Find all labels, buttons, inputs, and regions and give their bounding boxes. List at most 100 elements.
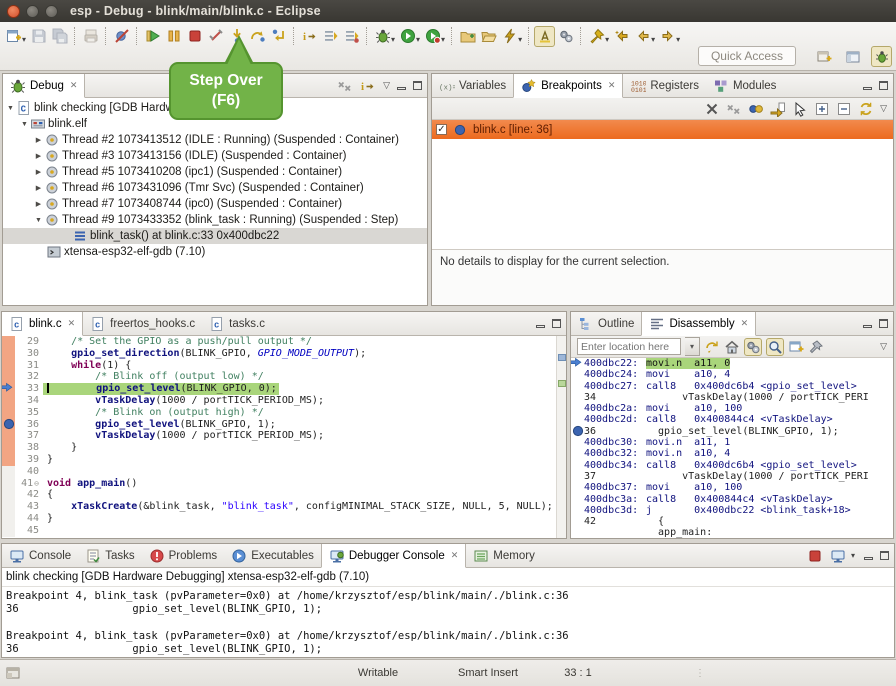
gutter[interactable] <box>2 466 15 478</box>
track-expression-icon[interactable] <box>766 338 784 356</box>
console-output[interactable]: Breakpoint 4, blink_task (pvParameter=0x… <box>2 587 894 658</box>
code-line[interactable]: 34 vTaskDelay(1000 / portTICK_PERIOD_MS)… <box>2 395 566 407</box>
run-button[interactable] <box>397 26 418 47</box>
code-line[interactable]: 29 /* Set the GPIO as a push/pull output… <box>2 336 566 348</box>
drop-to-frame-button[interactable] <box>341 26 362 47</box>
instruction-stepping-toggle-icon[interactable]: i <box>360 78 376 94</box>
disassembly-row[interactable]: 400dbc3a:call8 0x400844c4 <vTaskDelay> <box>571 494 893 505</box>
maximize-view-icon[interactable] <box>880 551 889 560</box>
remove-all-breakpoints-icon[interactable] <box>726 101 742 117</box>
overview-breakpoint-mark[interactable] <box>558 354 566 361</box>
tab-modules[interactable]: Modules <box>706 74 783 97</box>
code-line[interactable]: 33 gpio_set_level(BLINK_GPIO, 0); <box>2 383 566 395</box>
gutter[interactable] <box>2 430 15 442</box>
instruction-pointer-marker[interactable] <box>2 383 15 395</box>
disassembly-row[interactable]: 400dbc2d:call8 0x400844c4 <vTaskDelay> <box>571 414 893 425</box>
tab-tasks-c[interactable]: c tasks.c <box>202 312 272 335</box>
new-wizard-button[interactable] <box>3 26 24 47</box>
close-icon[interactable]: ✕ <box>68 318 76 329</box>
expander-icon[interactable]: ▶ <box>33 184 44 192</box>
terminate-console-icon[interactable] <box>807 548 823 564</box>
close-icon[interactable]: ✕ <box>608 80 616 91</box>
display-selected-console-icon[interactable] <box>830 548 846 564</box>
expander-icon[interactable]: ▼ <box>19 121 30 128</box>
debug-tree-stack-frame[interactable]: blink_task() at blink.c:33 0x400dbc22 <box>3 228 427 244</box>
skip-all-breakpoints-icon[interactable] <box>792 101 808 117</box>
view-menu-icon[interactable]: ▽ <box>383 80 390 91</box>
tab-disassembly[interactable]: Disassembly ✕ <box>641 312 756 336</box>
minimize-view-icon[interactable] <box>536 325 545 328</box>
disassembly-row[interactable]: 400dbc32:movi.n a10, 4 <box>571 448 893 459</box>
collapse-all-icon[interactable] <box>836 101 852 117</box>
toggle-mark-occurrences-button[interactable] <box>534 26 555 47</box>
code-line[interactable]: 38 } <box>2 442 566 454</box>
gutter[interactable] <box>2 395 15 407</box>
suspend-button[interactable] <box>163 26 184 47</box>
disassembly-row[interactable]: 400dbc37:movi a10, 100 <box>571 482 893 493</box>
disassembly-row[interactable]: 400dbc22:movi.n a11, 0 <box>571 358 893 369</box>
run-dropdown-icon[interactable]: ▾ <box>416 35 420 44</box>
gutter[interactable] <box>2 501 15 513</box>
code-line[interactable]: 31 while(1) { <box>2 360 566 372</box>
debug-tree-thread[interactable]: ▶Thread #5 1073410208 (ipc1) (Suspended … <box>3 164 427 180</box>
minimize-view-icon[interactable] <box>864 557 873 560</box>
new-c-project-button[interactable] <box>457 26 478 47</box>
gutter[interactable] <box>2 336 15 348</box>
go-to-file-icon[interactable] <box>770 101 786 117</box>
terminate-button[interactable] <box>184 26 205 47</box>
window-close-button[interactable] <box>7 5 20 18</box>
gutter[interactable] <box>2 348 15 360</box>
gutter[interactable] <box>2 513 15 525</box>
refresh-icon[interactable] <box>704 339 720 355</box>
code-line[interactable]: 44} <box>2 513 566 525</box>
last-edit-location-button[interactable] <box>611 26 632 47</box>
disassembly-row[interactable]: 400dbc2a:movi a10, 100 <box>571 403 893 414</box>
cpp-perspective-button[interactable] <box>842 46 863 67</box>
tab-problems[interactable]: Problems <box>142 544 225 567</box>
expand-all-icon[interactable] <box>814 101 830 117</box>
disassembly-row[interactable]: 36 gpio_set_level(BLINK_GPIO, 1); <box>571 426 893 437</box>
tab-tasks[interactable]: Tasks <box>78 544 141 567</box>
breakpoints-list-empty[interactable] <box>432 139 893 249</box>
profile-dropdown-icon[interactable]: ▾ <box>441 35 445 44</box>
breakpoint-gutter-marker[interactable] <box>2 419 15 431</box>
forward-dropdown-icon[interactable]: ▾ <box>676 35 680 44</box>
overview-ruler[interactable] <box>556 336 566 538</box>
disconnect-button[interactable] <box>205 26 226 47</box>
new-dropdown-icon[interactable]: ▾ <box>22 35 26 44</box>
code-line[interactable]: 42{ <box>2 489 566 501</box>
window-maximize-button[interactable] <box>45 5 58 18</box>
maximize-view-icon[interactable] <box>879 81 888 90</box>
breakpoint-checkbox[interactable]: ✓ <box>436 124 447 135</box>
build-button[interactable] <box>80 26 101 47</box>
code-line[interactable]: 30 gpio_set_direction(BLINK_GPIO, GPIO_M… <box>2 348 566 360</box>
debug-perspective-button[interactable] <box>871 46 892 67</box>
debug-button[interactable] <box>372 26 393 47</box>
skip-all-breakpoints-button[interactable] <box>111 26 132 47</box>
code-line[interactable]: 40 <box>2 466 566 478</box>
tab-console[interactable]: Console <box>2 544 78 567</box>
tab-executables[interactable]: Executables <box>224 544 321 567</box>
remove-all-terminated-icon[interactable] <box>337 78 353 94</box>
close-icon[interactable]: ✕ <box>741 318 749 329</box>
disassembly-row[interactable]: app_main: <box>571 527 893 538</box>
code-line[interactable]: 39} <box>2 454 566 466</box>
window-minimize-button[interactable] <box>26 5 39 18</box>
tab-memory[interactable]: Memory <box>466 544 542 567</box>
tab-outline[interactable]: Outline <box>571 312 641 335</box>
quick-access-field[interactable]: Quick Access <box>698 46 796 66</box>
save-button[interactable] <box>28 26 49 47</box>
view-menu-icon[interactable]: ▽ <box>880 103 887 114</box>
code-line[interactable]: 43 xTaskCreate(&blink_task, "blink_task"… <box>2 501 566 513</box>
debug-dropdown-icon[interactable]: ▾ <box>391 35 395 44</box>
disassembly-listing[interactable]: 400dbc22:movi.n a11, 0400dbc24:movi a10,… <box>571 358 893 539</box>
maximize-view-icon[interactable] <box>879 319 888 328</box>
disassembly-row[interactable]: 400dbc27:call8 0x400dc6b4 <gpio_set_leve… <box>571 381 893 392</box>
home-icon[interactable] <box>724 339 740 355</box>
close-icon[interactable]: ✕ <box>70 80 78 91</box>
disassembly-row[interactable]: 42 { <box>571 516 893 527</box>
overview-current-line-mark[interactable] <box>558 380 566 387</box>
minimize-view-icon[interactable] <box>397 87 406 90</box>
location-dropdown-icon[interactable]: ▾ <box>685 337 700 356</box>
tab-debug[interactable]: Debug ✕ <box>3 74 85 98</box>
